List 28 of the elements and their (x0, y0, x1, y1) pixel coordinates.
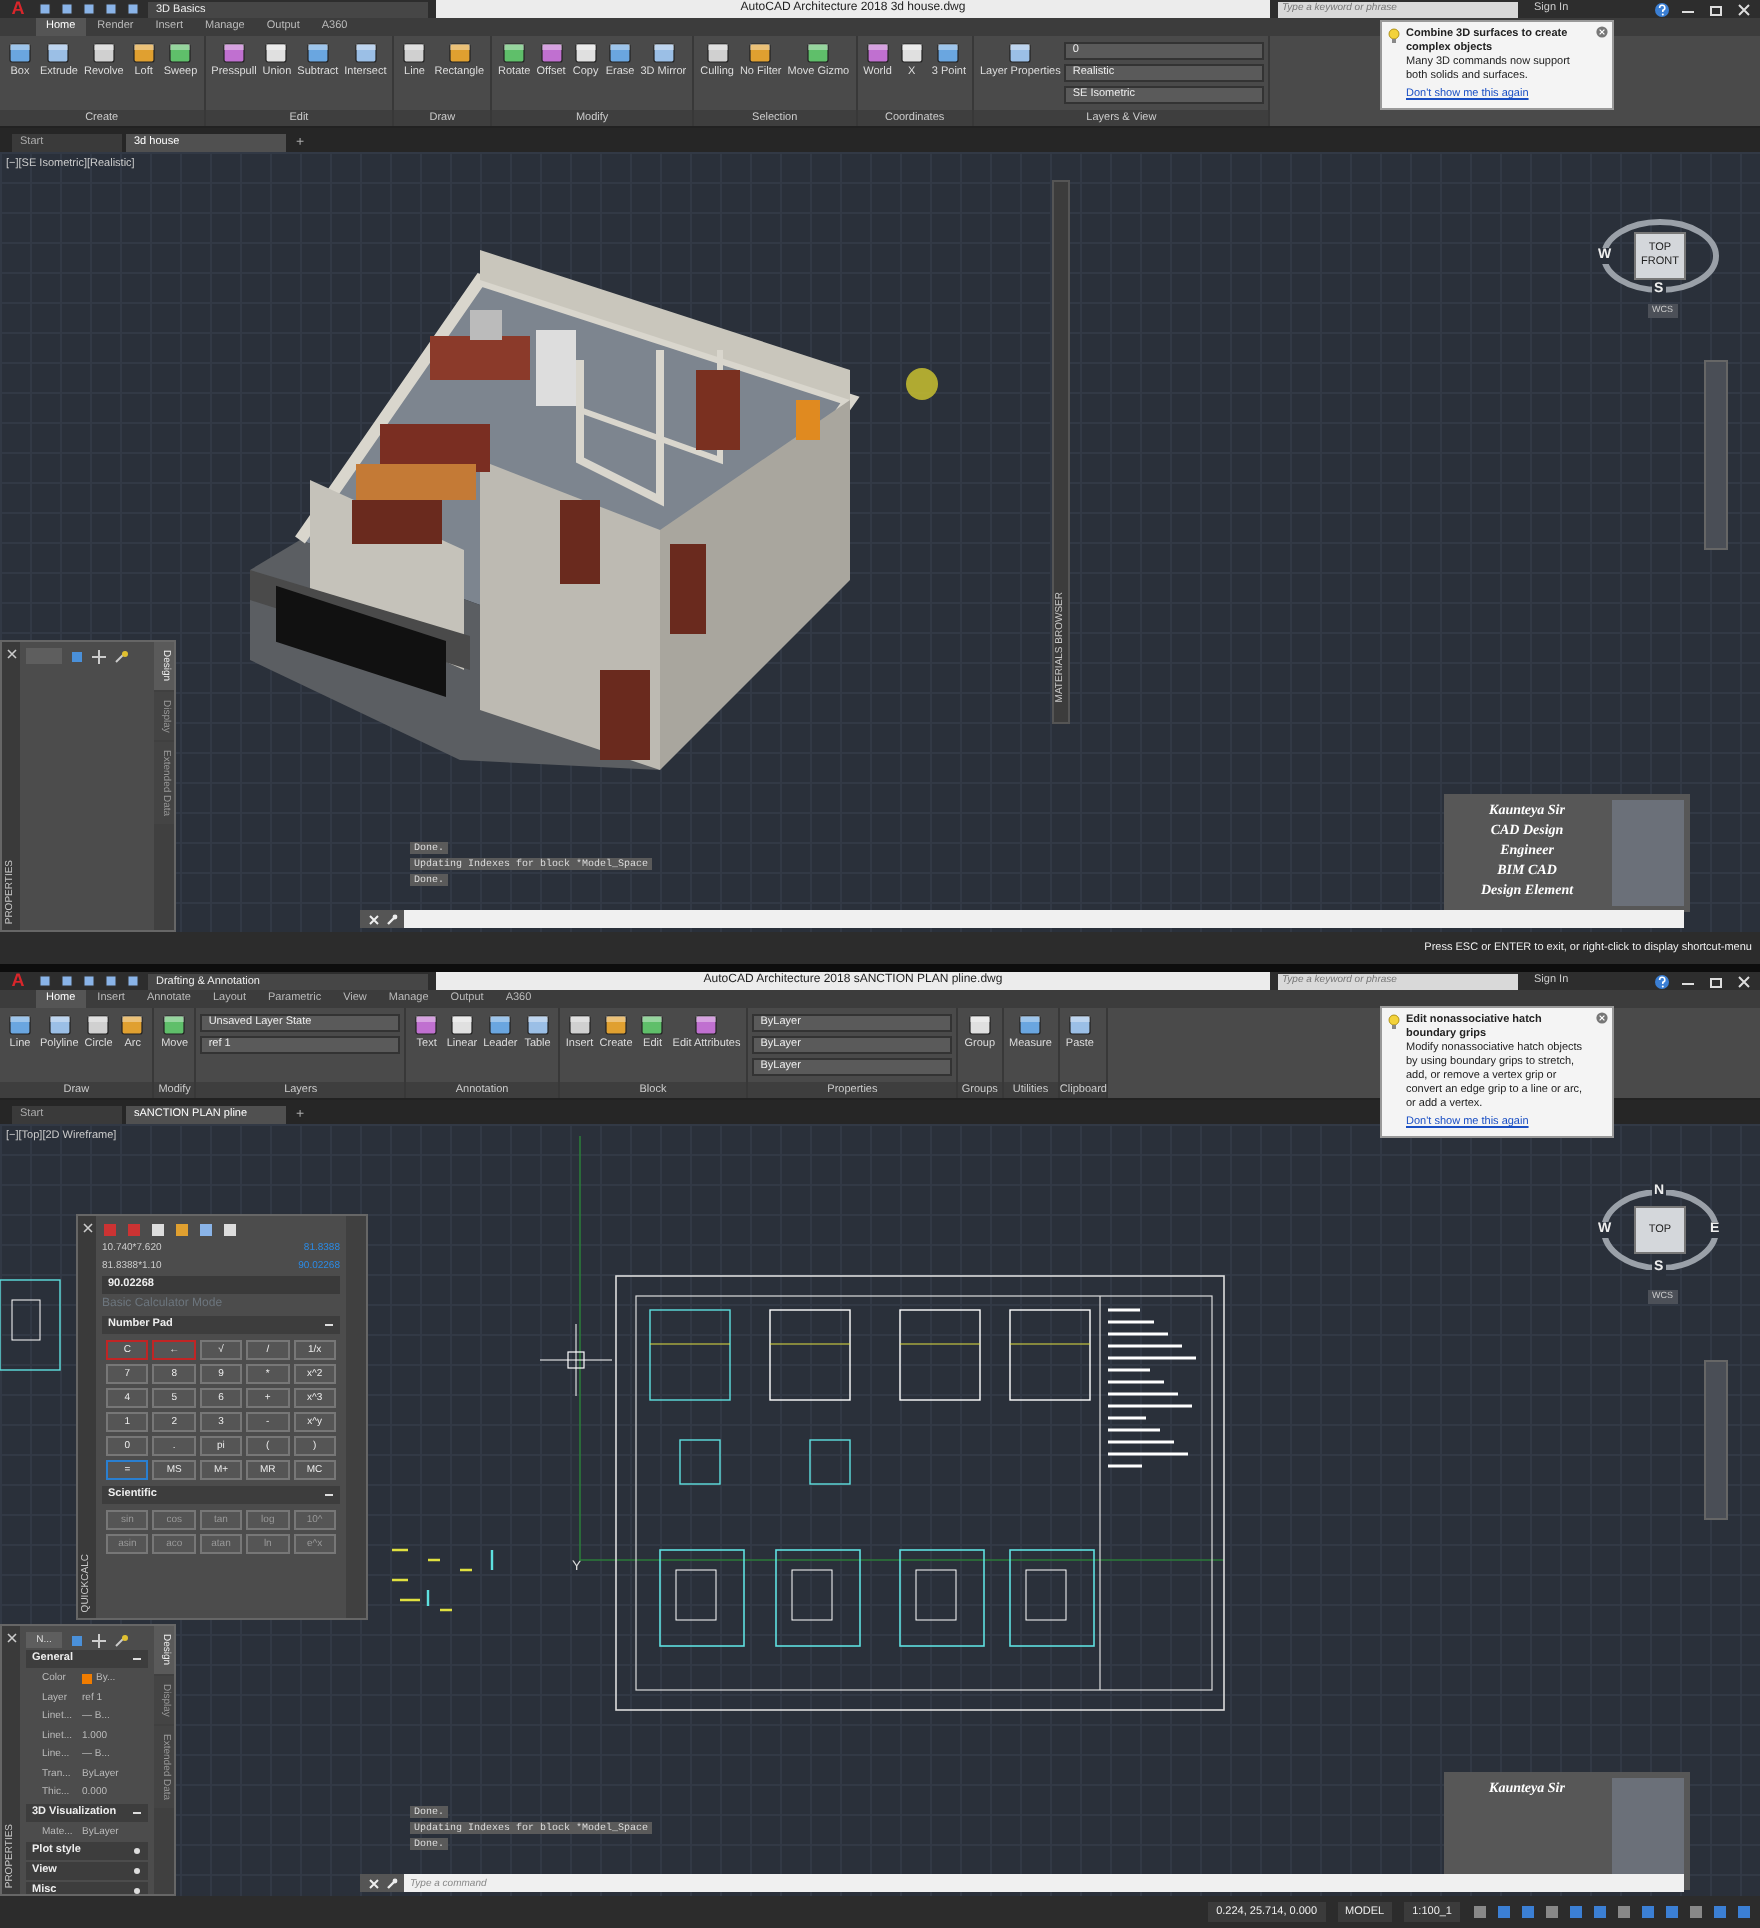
quick-select-icon[interactable] (114, 1633, 128, 1647)
pick-icon[interactable] (92, 649, 106, 663)
select-objects-icon[interactable] (70, 1633, 84, 1647)
collapse-icon (132, 1654, 142, 1664)
help-icon[interactable] (1654, 1, 1670, 17)
photo-placeholder (1612, 800, 1684, 906)
close-icon[interactable] (81, 1222, 93, 1234)
restore-icon[interactable] (1706, 973, 1726, 989)
collapse-icon (324, 1320, 334, 1330)
partial-drawing (0, 1279, 61, 1371)
select-objects-icon[interactable] (70, 649, 84, 663)
lightbulb-icon (1388, 28, 1400, 44)
close-icon[interactable] (5, 1632, 17, 1644)
close-icon[interactable] (1734, 973, 1754, 989)
ucs-crosshair-icon (539, 1323, 613, 1397)
collapse-icon (324, 1490, 334, 1500)
pick-icon[interactable] (92, 1633, 106, 1647)
lightbulb-icon (1388, 1014, 1400, 1030)
cursor-highlight-icon (906, 368, 938, 400)
close-icon[interactable] (1734, 1, 1754, 17)
symbol-drawing (390, 1548, 494, 1612)
collapse-icon (132, 1807, 142, 1817)
quick-select-icon[interactable] (114, 649, 128, 663)
wrench-icon[interactable] (385, 913, 397, 925)
close-icon[interactable] (5, 648, 17, 660)
help-icon[interactable] (1654, 973, 1670, 989)
restore-icon[interactable] (1706, 1, 1726, 17)
wrench-icon[interactable] (385, 1877, 397, 1889)
